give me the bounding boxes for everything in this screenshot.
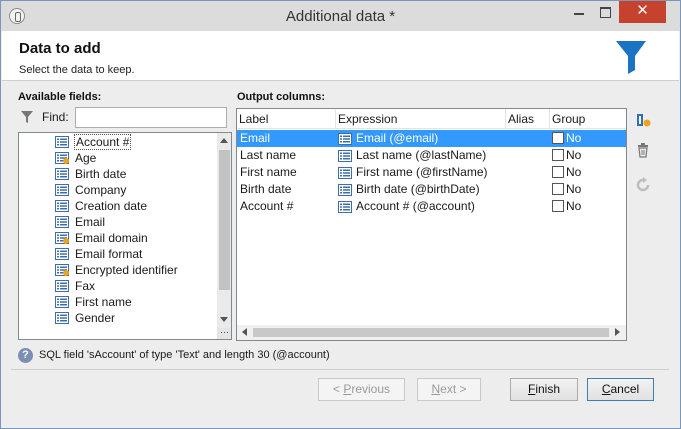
calculated-field-icon <box>55 232 69 244</box>
tree-item-label: Fax <box>75 279 96 293</box>
page-subtitle: Select the data to keep. <box>19 64 135 76</box>
field-list-icon <box>55 248 69 260</box>
group-checkbox[interactable] <box>552 132 564 144</box>
output-columns-table[interactable]: Label Expression Alias Group Email Email … <box>236 108 627 341</box>
page-title: Data to add <box>19 40 101 57</box>
find-input[interactable] <box>75 107 227 128</box>
tree-item-label: Age <box>75 151 97 165</box>
cell-expression: Birth date (@birthDate) <box>338 181 506 198</box>
field-list-icon <box>338 133 352 145</box>
tree-item-label: Account # <box>74 134 132 150</box>
field-list-icon <box>55 312 69 324</box>
cell-label: Account # <box>240 199 294 213</box>
tree-item-label: Birth date <box>75 167 127 181</box>
help-icon: ? <box>18 348 33 363</box>
cell-group: No <box>552 147 612 164</box>
more-options-button[interactable]: ··· <box>217 328 231 339</box>
calculated-field-icon <box>55 152 69 164</box>
tree-item-label: Encrypted identifier <box>75 263 178 277</box>
field-list-icon <box>55 200 69 212</box>
add-column-icon[interactable] <box>635 112 651 128</box>
group-checkbox[interactable] <box>552 183 564 195</box>
tree-item-label: Email <box>75 215 106 229</box>
cell-expression: Last name (@lastName) <box>338 147 506 164</box>
field-list-icon <box>55 296 69 308</box>
scroll-down-icon[interactable] <box>220 317 228 322</box>
finish-button[interactable]: Finish <box>510 378 578 401</box>
field-list-icon <box>338 201 352 213</box>
maximize-button[interactable] <box>592 1 619 23</box>
previous-button[interactable]: < Previous <box>318 378 405 401</box>
scroll-right-icon[interactable] <box>615 328 620 336</box>
cell-label: Last name <box>240 148 297 162</box>
calculated-field-icon <box>55 264 69 276</box>
available-fields-label: Available fields: <box>18 91 102 103</box>
table-horizontal-scrollbar[interactable] <box>237 325 626 340</box>
cell-expression: Email (@email) <box>338 130 506 147</box>
cell-group: No <box>552 164 612 181</box>
footer-divider <box>11 369 669 370</box>
field-list-icon <box>55 216 69 228</box>
cell-group: No <box>552 198 612 215</box>
tree-item-label: Company <box>75 183 127 197</box>
cell-expression: First name (@firstName) <box>338 164 506 181</box>
field-list-icon <box>338 150 352 162</box>
cell-label: First name <box>240 165 297 179</box>
minimize-button[interactable] <box>566 1 592 23</box>
available-fields-tree[interactable]: Account # Age Birth date Company Creation da… <box>18 132 232 340</box>
field-info-text: SQL field 'sAccount' of type 'Text' and … <box>39 349 330 361</box>
column-header-alias[interactable]: Alias <box>506 109 550 129</box>
tree-item-label: First name <box>75 295 132 309</box>
tree-item-label: Email domain <box>75 231 148 245</box>
group-checkbox[interactable] <box>552 200 564 212</box>
scroll-left-icon[interactable] <box>242 328 247 336</box>
output-columns-label: Output columns: <box>237 91 325 103</box>
field-list-icon <box>55 280 69 292</box>
refresh-icon[interactable] <box>635 177 651 193</box>
tree-item-label: Creation date <box>75 199 148 213</box>
cancel-button[interactable]: Cancel <box>587 378 654 401</box>
dialog-window: Additional data * ✕ Data to add Select t… <box>0 0 681 429</box>
cell-label: Birth date <box>240 182 292 196</box>
tree-item-label: Gender <box>75 311 116 325</box>
tree-item-label: Email format <box>75 247 143 261</box>
find-label: Find: <box>42 110 69 124</box>
next-button[interactable]: Next > <box>417 378 481 401</box>
column-header-label[interactable]: Label <box>237 109 336 129</box>
scroll-up-icon[interactable] <box>220 138 228 143</box>
funnel-icon <box>616 41 646 74</box>
field-list-icon <box>55 168 69 180</box>
cell-label: Email <box>240 131 271 145</box>
field-list-icon <box>338 167 352 179</box>
column-header-group[interactable]: Group <box>550 109 626 129</box>
trash-icon[interactable] <box>635 142 651 158</box>
tree-vertical-scrollbar[interactable] <box>217 133 231 328</box>
cell-group: No <box>552 130 612 147</box>
horizontal-scroll-thumb[interactable] <box>253 328 609 337</box>
cell-expression: Account # (@account) <box>338 198 506 215</box>
title-bar: Additional data * ✕ <box>1 1 680 31</box>
table-row[interactable]: Birth date Birth date (@birthDate) No <box>237 181 626 198</box>
cell-group: No <box>552 181 612 198</box>
close-button[interactable]: ✕ <box>619 1 666 23</box>
group-checkbox[interactable] <box>552 166 564 178</box>
table-row[interactable]: First name First name (@firstName) No <box>237 164 626 181</box>
scroll-thumb[interactable] <box>219 150 230 290</box>
dialog-header: Data to add Select the data to keep. <box>2 31 679 81</box>
table-row[interactable]: Account # Account # (@account) No <box>237 198 626 215</box>
filter-icon <box>21 111 33 123</box>
group-checkbox[interactable] <box>552 149 564 161</box>
column-header-expression[interactable]: Expression <box>336 109 506 129</box>
table-row[interactable]: Email Email (@email) No <box>237 130 626 147</box>
field-list-icon <box>55 184 69 196</box>
table-row[interactable]: Last name Last name (@lastName) No <box>237 147 626 164</box>
field-list-icon <box>55 136 69 148</box>
field-list-icon <box>338 184 352 196</box>
